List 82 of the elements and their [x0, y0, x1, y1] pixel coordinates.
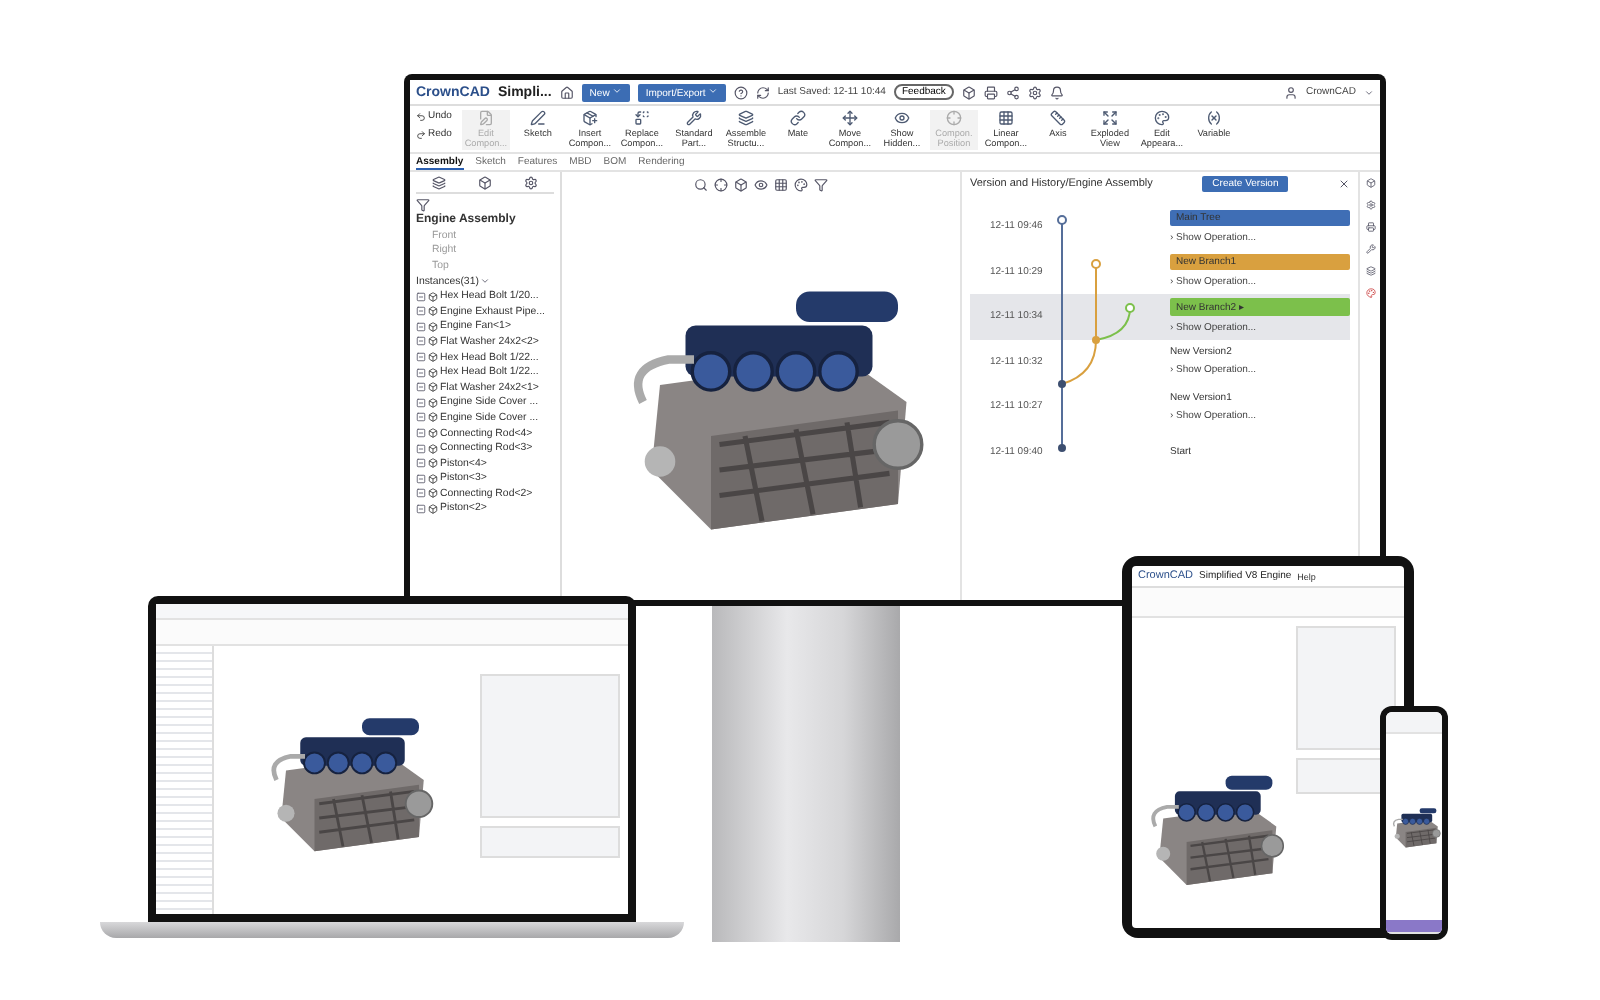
cube-icon[interactable]: [734, 178, 748, 192]
cube-icon: [428, 503, 438, 514]
replace-icon: [633, 110, 650, 126]
collapse-icon: [416, 412, 426, 423]
collapse-icon: [416, 488, 426, 499]
collapse-icon: [416, 336, 426, 347]
expand-icon: [1101, 110, 1118, 126]
collapse-icon: [416, 382, 426, 393]
cube-icon: [428, 443, 438, 454]
collapse-icon: [416, 473, 426, 484]
bell-icon[interactable]: [1049, 85, 1064, 99]
cube-icon: [428, 412, 438, 423]
user-icon[interactable]: [1283, 85, 1298, 99]
caret-icon: [707, 85, 718, 95]
eye-icon[interactable]: [754, 178, 768, 192]
cube-icon: [428, 336, 438, 347]
cube-icon: [428, 306, 438, 317]
redo-icon: [416, 129, 426, 139]
printer-icon[interactable]: [983, 85, 998, 99]
cube-icon: [428, 473, 438, 484]
crosshair-icon[interactable]: [714, 178, 728, 192]
filter-icon: [416, 197, 430, 212]
collapse-icon: [416, 291, 426, 302]
collapse-icon: [416, 352, 426, 363]
refresh-icon[interactable]: [755, 85, 770, 99]
cube-icon[interactable]: [1365, 178, 1375, 188]
cube-icon[interactable]: [961, 85, 976, 99]
palette-icon[interactable]: [1365, 288, 1375, 298]
wrench-icon: [685, 110, 702, 126]
collapse-icon: [416, 428, 426, 438]
variable-icon: [1205, 110, 1222, 126]
cube-icon: [428, 488, 438, 499]
close-icon[interactable]: [1338, 178, 1350, 190]
move-icon: [841, 110, 858, 126]
grid-icon: [997, 110, 1014, 126]
layers-icon[interactable]: [432, 176, 446, 190]
cube-icon: [428, 458, 438, 469]
grid-icon[interactable]: [774, 178, 788, 192]
undo-icon: [416, 111, 426, 121]
printer-icon[interactable]: [1365, 222, 1375, 232]
caret-icon: [1364, 87, 1374, 97]
comment-card: [480, 674, 620, 818]
collapse-icon: [416, 306, 426, 317]
box-plus-icon: [581, 110, 598, 126]
cube-icon: [428, 367, 438, 378]
search-icon[interactable]: [694, 178, 708, 192]
file-edit-icon: [477, 110, 494, 126]
crosshair-icon: [945, 110, 962, 126]
cube-icon: [428, 352, 438, 363]
collapse-icon: [416, 397, 426, 408]
palette-icon[interactable]: [794, 178, 808, 192]
cube-icon: [428, 291, 438, 302]
status-bar: [1386, 920, 1442, 934]
caret-icon: [611, 85, 622, 95]
settings-icon[interactable]: [524, 176, 538, 190]
caret-icon: [480, 276, 491, 287]
settings-icon[interactable]: [1027, 85, 1042, 99]
collapse-icon: [416, 503, 426, 514]
pen-icon: [529, 110, 546, 126]
palette-icon: [1153, 110, 1170, 126]
collapse-icon: [416, 458, 426, 469]
wrench-icon[interactable]: [1365, 244, 1375, 254]
filter-icon[interactable]: [814, 178, 828, 192]
input-card: [480, 826, 620, 858]
settings-icon[interactable]: [1365, 200, 1375, 210]
eye-icon: [893, 110, 910, 126]
link-icon: [789, 110, 806, 126]
cube-icon: [428, 382, 438, 393]
ruler-icon: [1049, 110, 1066, 126]
cube-icon: [428, 397, 438, 408]
cube-icon[interactable]: [478, 176, 492, 190]
help-icon[interactable]: [733, 85, 748, 99]
home-icon[interactable]: [559, 85, 574, 99]
layers-icon[interactable]: [1365, 266, 1375, 276]
cube-icon: [428, 428, 438, 438]
layers-icon: [737, 110, 754, 126]
collapse-icon: [416, 321, 426, 332]
collapse-icon: [416, 367, 426, 378]
share-icon[interactable]: [1005, 85, 1020, 99]
cube-icon: [428, 321, 438, 332]
collapse-icon: [416, 443, 426, 454]
comment-card: [1296, 626, 1396, 750]
